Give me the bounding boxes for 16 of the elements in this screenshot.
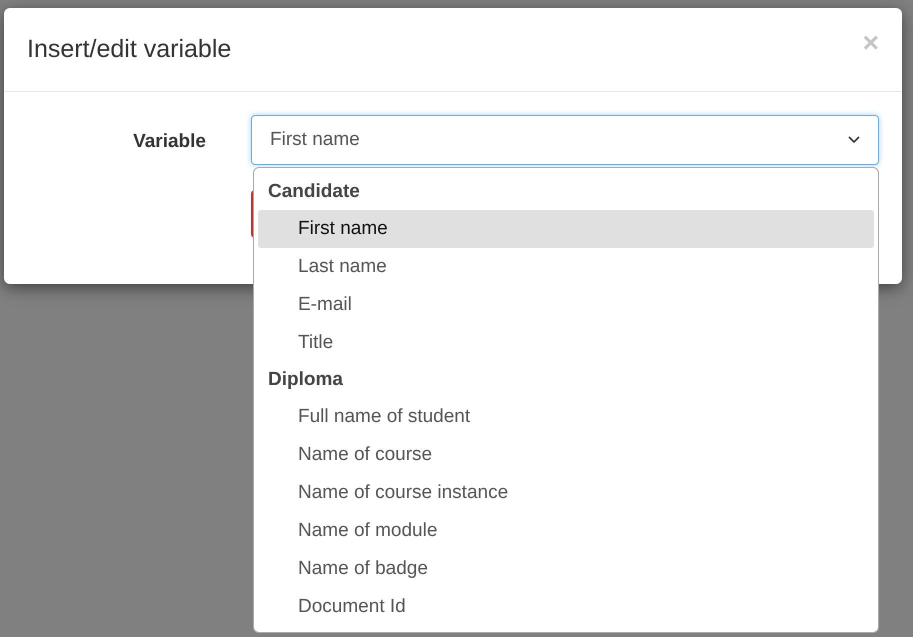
dropdown-option[interactable]: Last name: [258, 248, 874, 286]
field-label: Variable: [132, 130, 206, 154]
chevron-down-icon: [848, 136, 860, 144]
variable-select[interactable]: First name: [251, 115, 879, 165]
dropdown-option[interactable]: Name of course instance: [258, 474, 874, 512]
dropdown-option[interactable]: Document Id: [258, 588, 874, 626]
dropdown-option[interactable]: Name of course: [258, 436, 874, 474]
group-header: Candidate: [267, 180, 361, 204]
dropdown-option[interactable]: Title: [258, 324, 874, 362]
dropdown-option[interactable]: Name of module: [258, 512, 874, 550]
dropdown-option[interactable]: First name: [258, 210, 874, 248]
dropdown-option[interactable]: Name of badge: [258, 550, 874, 588]
dialog-title: Insert/edit variable: [27, 34, 232, 65]
dropdown-option[interactable]: Full name of student: [258, 398, 874, 436]
dropdown-option[interactable]: E-mail: [258, 286, 874, 324]
group-header: Diploma: [267, 368, 344, 392]
